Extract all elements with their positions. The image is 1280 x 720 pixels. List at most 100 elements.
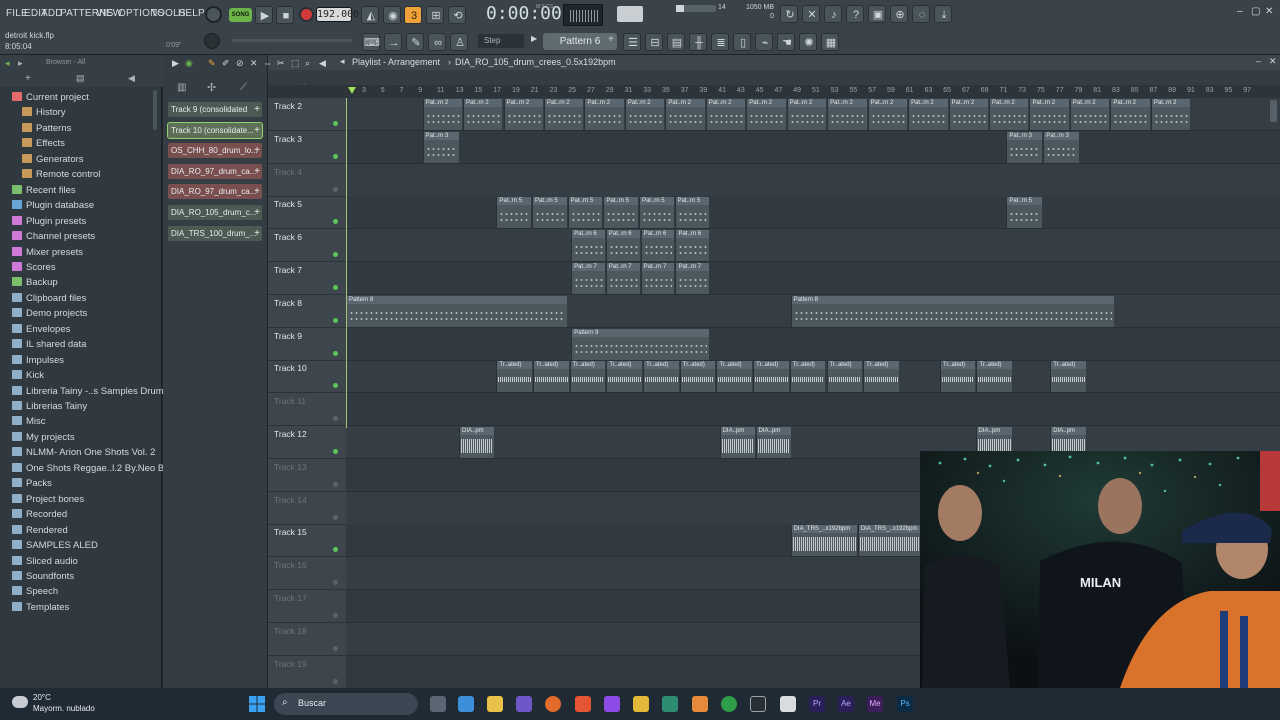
- channel-clip-item[interactable]: DIA_RO_97_drum_ca... +: [168, 184, 262, 200]
- track-header[interactable]: Track 2: [268, 98, 346, 131]
- templates-button[interactable]: ▦: [821, 33, 839, 51]
- pattern-selector[interactable]: Pattern 6: [543, 33, 617, 50]
- track-header[interactable]: Track 11: [268, 393, 346, 427]
- browser-item[interactable]: Recorded: [12, 507, 67, 522]
- playlist-clip[interactable]: Pat..rn 5: [603, 197, 638, 229]
- playlist-clip[interactable]: Pat..rn 5: [496, 197, 531, 229]
- playlist-snap-icon[interactable]: ◉: [185, 58, 193, 69]
- track-mute-led[interactable]: [333, 186, 338, 192]
- playlist-clip[interactable]: Pat..rn 2: [543, 99, 584, 130]
- playlist-clip[interactable]: Pat..rn 2: [624, 99, 665, 130]
- playlist-clip[interactable]: Pat..rn 2: [867, 99, 908, 130]
- browser-item[interactable]: Libreria Tainy -..s Samples Drum Kit: [12, 384, 177, 399]
- app-icon[interactable]: [662, 696, 678, 712]
- track-mute-led[interactable]: [333, 547, 338, 553]
- song-mode-toggle[interactable]: SONG: [229, 8, 252, 22]
- playlist-timeline[interactable]: 3 5 7 9 11 13 15 17 19 21 23 25 27 29 31 33 35 37 39 41 43 45…: [268, 85, 1280, 98]
- browser-speaker-icon[interactable]: ◀: [128, 73, 135, 84]
- playlist-clip[interactable]: Pat..rn 2: [908, 99, 948, 130]
- track-lane[interactable]: [346, 130, 1280, 164]
- capcut-icon[interactable]: [780, 696, 796, 712]
- browser-item[interactable]: Librerias Tainy: [12, 399, 87, 414]
- playlist-clip[interactable]: Pat..rn 6: [640, 230, 675, 262]
- track-lane[interactable]: [346, 393, 1280, 427]
- channel-rack-button[interactable]: ▤: [667, 33, 685, 51]
- piano-roll-button[interactable]: ⊟: [645, 33, 663, 51]
- playhead-marker[interactable]: [348, 87, 356, 94]
- playlist-clip[interactable]: DIA_TRS_..x192bpm: [857, 525, 925, 557]
- browser-item[interactable]: One Shots Reggae..l.2 By.Neo Beats: [12, 461, 182, 476]
- pattern-prev-icon[interactable]: ▶: [531, 34, 537, 43]
- play-button[interactable]: ▶: [255, 6, 273, 24]
- chat-button[interactable]: ◌: [912, 5, 930, 23]
- obs-icon[interactable]: [750, 696, 766, 712]
- picker-grid-icon[interactable]: ▥: [177, 82, 186, 93]
- browser-item[interactable]: Clipboard files: [12, 291, 86, 306]
- playlist-clip[interactable]: Pat..rn 2: [463, 99, 503, 130]
- track-mute-led[interactable]: [333, 645, 338, 651]
- add-clip-icon[interactable]: +: [254, 123, 260, 138]
- browser-scrollbar[interactable]: [153, 90, 157, 130]
- track-header[interactable]: Track 4: [268, 164, 346, 197]
- channel-clip-item[interactable]: OS_CHH_80_drum_lo... +: [168, 143, 262, 159]
- step-edit-button[interactable]: ⊞: [426, 6, 444, 24]
- playlist-clip[interactable]: Tr..ated): [569, 361, 606, 393]
- playlist-clip[interactable]: DIA..pm: [459, 427, 495, 458]
- playlist-clip[interactable]: Pat..rn 3: [1006, 131, 1043, 163]
- track-header[interactable]: Track 9: [268, 328, 346, 361]
- playlist-clip[interactable]: Pat..rn 6: [605, 230, 640, 262]
- browser-button[interactable]: ≣: [711, 33, 729, 51]
- browser-item[interactable]: Project bones: [12, 492, 84, 507]
- browser-item[interactable]: Impulses: [12, 353, 64, 368]
- track-mute-led[interactable]: [333, 678, 338, 684]
- link-button[interactable]: ∞: [428, 33, 446, 51]
- taskbar-search[interactable]: ⌕ Buscar: [274, 693, 418, 715]
- track-mute-led[interactable]: [333, 121, 338, 126]
- loop-record-button[interactable]: ⟲: [448, 6, 466, 24]
- playlist-clip[interactable]: Tr..ated): [643, 361, 679, 393]
- browser-item[interactable]: NLMM- Arion One Shots Vol. 2: [12, 445, 155, 460]
- playlist-clip[interactable]: Tr..ated): [716, 361, 753, 393]
- channel-clip-item[interactable]: DIA_RO_105_drum_c... +: [168, 205, 262, 220]
- browser-item[interactable]: Plugin database: [12, 198, 94, 213]
- add-clip-icon[interactable]: +: [254, 102, 260, 117]
- playlist-clip[interactable]: DIA..pm: [755, 427, 791, 458]
- browser-file-icon[interactable]: ▤: [76, 73, 85, 84]
- snap-select[interactable]: Step: [478, 34, 524, 48]
- track-mute-led[interactable]: [333, 219, 338, 225]
- browser-item[interactable]: Effects: [22, 136, 65, 151]
- master-slider[interactable]: [232, 39, 352, 42]
- channel-clip-item[interactable]: Track 10 (consolidate... +: [167, 121, 263, 139]
- playlist-playback-icon[interactable]: ◀: [319, 58, 326, 69]
- browser-item[interactable]: Misc: [12, 414, 46, 429]
- track-mute-led[interactable]: [333, 580, 338, 586]
- browser-item[interactable]: IL shared data: [12, 337, 86, 352]
- browser-item[interactable]: Channel presets: [12, 229, 95, 244]
- playlist-clip[interactable]: Pat..rn 7: [571, 263, 605, 294]
- photoshop-icon[interactable]: Ps: [897, 696, 913, 712]
- playlist-clip[interactable]: Pat..rn 3: [1043, 131, 1080, 163]
- stamp-button[interactable]: ♙: [450, 33, 468, 51]
- playlist-clip[interactable]: Tr..ated): [976, 361, 1012, 393]
- playlist-clip[interactable]: Pat..rn 2: [422, 99, 463, 130]
- metronome-button[interactable]: ◭: [361, 6, 379, 24]
- track-lane[interactable]: [346, 196, 1280, 230]
- browser-collapse-icon[interactable]: +: [25, 73, 31, 84]
- browser-item[interactable]: Remote control: [22, 167, 100, 182]
- after-effects-icon[interactable]: Ae: [838, 696, 854, 712]
- track-mute-led[interactable]: [333, 153, 338, 159]
- task-view-icon[interactable]: [430, 696, 446, 712]
- track-mute-led[interactable]: [333, 317, 338, 323]
- browser-item[interactable]: Scores: [12, 260, 56, 275]
- browser-item[interactable]: Templates: [12, 600, 69, 615]
- browser-item[interactable]: Demo projects: [12, 306, 87, 321]
- browser-item[interactable]: Kick: [12, 368, 44, 383]
- download-button[interactable]: ⤓: [934, 5, 952, 23]
- playlist-menu-icon[interactable]: ◂: [340, 56, 345, 67]
- project-info-button[interactable]: ▯: [733, 33, 751, 51]
- track-mute-led[interactable]: [333, 350, 338, 356]
- track-mute-led[interactable]: [333, 383, 338, 389]
- premiere-icon[interactable]: Pr: [809, 696, 825, 712]
- playlist-clip[interactable]: Pattern 8: [346, 295, 568, 327]
- chrome-icon[interactable]: [721, 696, 737, 712]
